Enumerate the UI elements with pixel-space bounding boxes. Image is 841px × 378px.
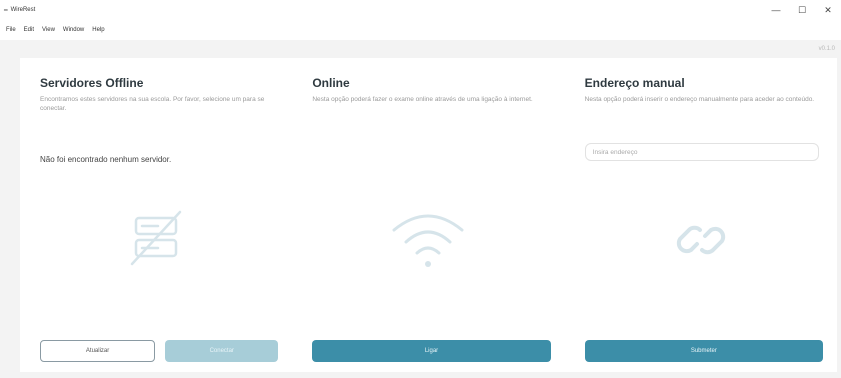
offline-illustration xyxy=(20,208,292,268)
manual-title: Endereço manual xyxy=(584,76,685,90)
menu-view[interactable]: View xyxy=(38,27,59,33)
offline-button-row: Atualizar Conectar xyxy=(40,340,279,362)
address-input[interactable] xyxy=(584,143,819,161)
servers-off-icon xyxy=(130,210,182,266)
online-column: Online Nesta opção poderá fazer o exame … xyxy=(292,58,564,372)
menu-help[interactable]: Help xyxy=(88,27,108,33)
maximize-button[interactable]: ☐ xyxy=(789,0,815,20)
wifi-icon xyxy=(392,214,464,267)
app-logo-icon: ━ xyxy=(4,7,8,14)
menu-bar: File Edit View Window Help xyxy=(0,20,841,40)
no-servers-message: Não foi encontrado nenhum servidor. xyxy=(40,155,172,164)
online-description: Nesta opção poderá fazer o exame online … xyxy=(312,96,533,103)
offline-title: Servidores Offline xyxy=(40,76,144,90)
window-controls: — ☐ ✕ xyxy=(763,0,841,20)
manual-button-row: Submeter xyxy=(584,340,823,362)
offline-servers-column: Servidores Offline Encontramos estes ser… xyxy=(20,58,292,372)
offline-description: Encontramos estes servidores na sua esco… xyxy=(40,96,265,112)
connect-offline-button[interactable]: Conectar xyxy=(165,340,279,362)
online-illustration xyxy=(292,208,564,272)
manual-description: Nesta opção poderá inserir o endereço ma… xyxy=(584,96,815,103)
online-button-row: Ligar xyxy=(312,340,551,362)
minimize-button[interactable]: — xyxy=(763,0,789,20)
refresh-button[interactable]: Atualizar xyxy=(40,340,156,362)
submit-button[interactable]: Submeter xyxy=(584,340,823,362)
online-title: Online xyxy=(312,76,350,90)
main-panel: Servidores Offline Encontramos estes ser… xyxy=(20,58,837,372)
menu-file[interactable]: File xyxy=(2,27,20,33)
menu-edit[interactable]: Edit xyxy=(20,27,38,33)
link-icon xyxy=(676,225,725,255)
menu-window[interactable]: Window xyxy=(59,27,88,33)
window-title: WireRest xyxy=(10,7,36,13)
version-label: v0.1.0 xyxy=(818,46,835,52)
close-button[interactable]: ✕ xyxy=(815,0,841,20)
manual-illustration xyxy=(565,208,837,272)
manual-address-column: Endereço manual Nesta opção poderá inser… xyxy=(565,58,837,372)
title-bar: ━ WireRest — ☐ ✕ xyxy=(0,0,841,20)
connect-online-button[interactable]: Ligar xyxy=(312,340,551,362)
